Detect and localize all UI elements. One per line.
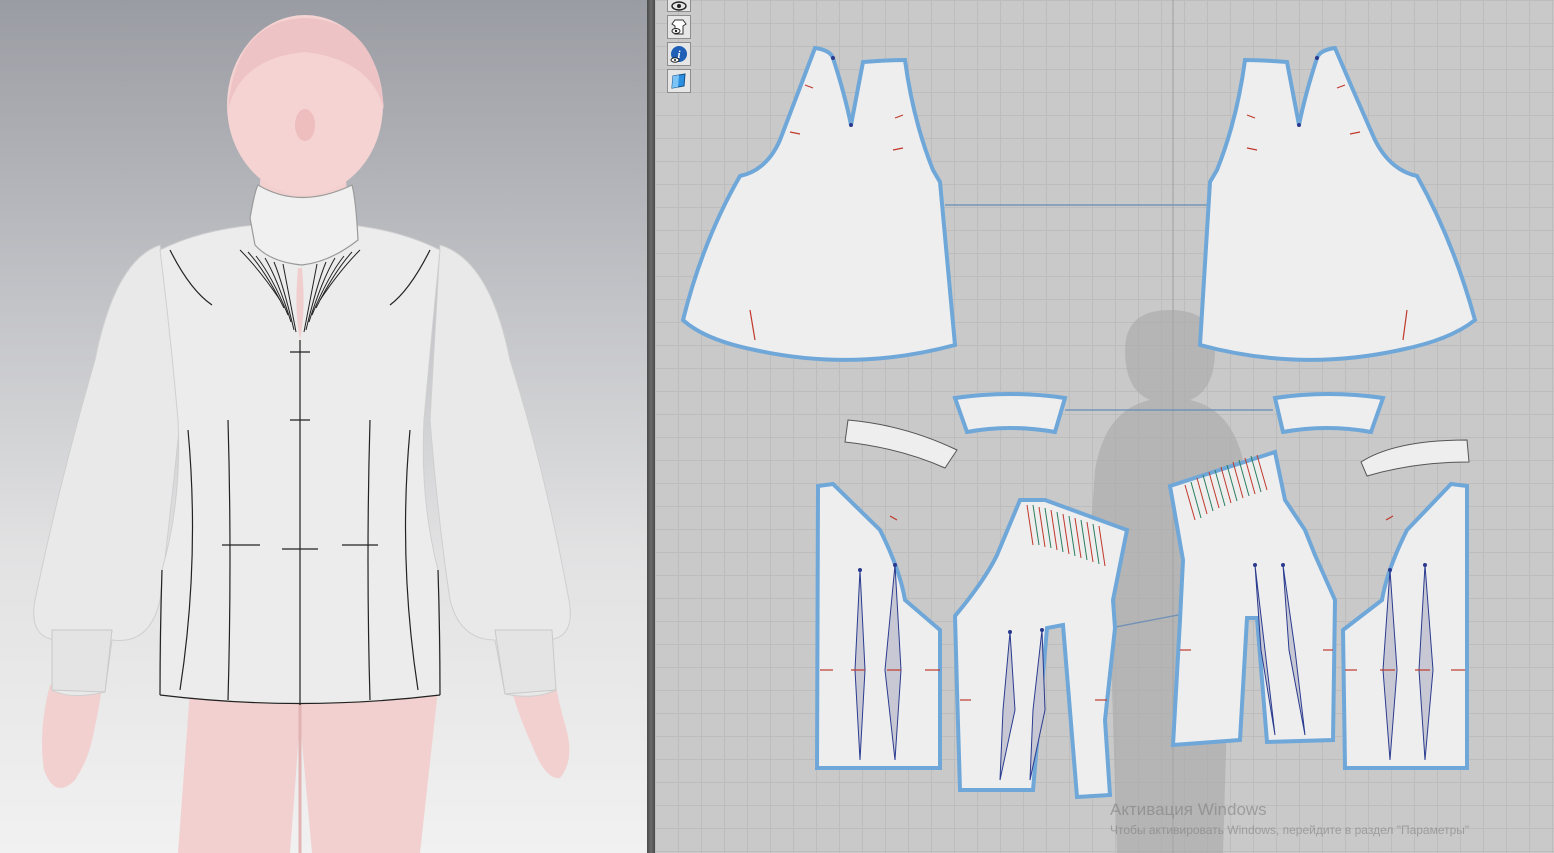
left-sleeve — [33, 244, 181, 696]
texture-icon — [671, 73, 686, 89]
garment-visibility-icon — [671, 19, 687, 35]
pattern-back-bodice — [1197, 45, 1478, 362]
pane-splitter[interactable] — [647, 0, 655, 853]
info-tool-button[interactable]: i — [667, 42, 691, 66]
2d-pattern-window[interactable]: i Активация Windows Чтобы активировать W… — [655, 0, 1554, 853]
eye-tool-button[interactable] — [667, 0, 691, 12]
avatar-legs — [178, 690, 438, 853]
garment-visibility-button[interactable] — [667, 15, 691, 39]
avatar-scene — [33, 15, 571, 853]
pattern-cuff-left — [844, 419, 958, 469]
pattern-cuff-right — [1360, 439, 1470, 477]
pattern-left-front-panel — [814, 481, 942, 770]
eye-icon — [671, 0, 687, 11]
pattern-front-bodice — [680, 45, 958, 362]
pattern-collar-left — [952, 392, 1068, 435]
avatar-left-hand — [42, 685, 102, 788]
info-icon: i — [670, 46, 687, 63]
pattern-canvas — [680, 0, 1478, 853]
texture-tool-button[interactable] — [667, 69, 691, 93]
pattern-right-front-panel — [1340, 481, 1469, 770]
pattern-collar-right — [1272, 392, 1386, 435]
3d-viewport[interactable] — [0, 0, 647, 853]
right-sleeve — [429, 244, 571, 697]
avatar-right-hand — [510, 685, 570, 779]
pattern-toolbar: i — [667, 0, 691, 93]
